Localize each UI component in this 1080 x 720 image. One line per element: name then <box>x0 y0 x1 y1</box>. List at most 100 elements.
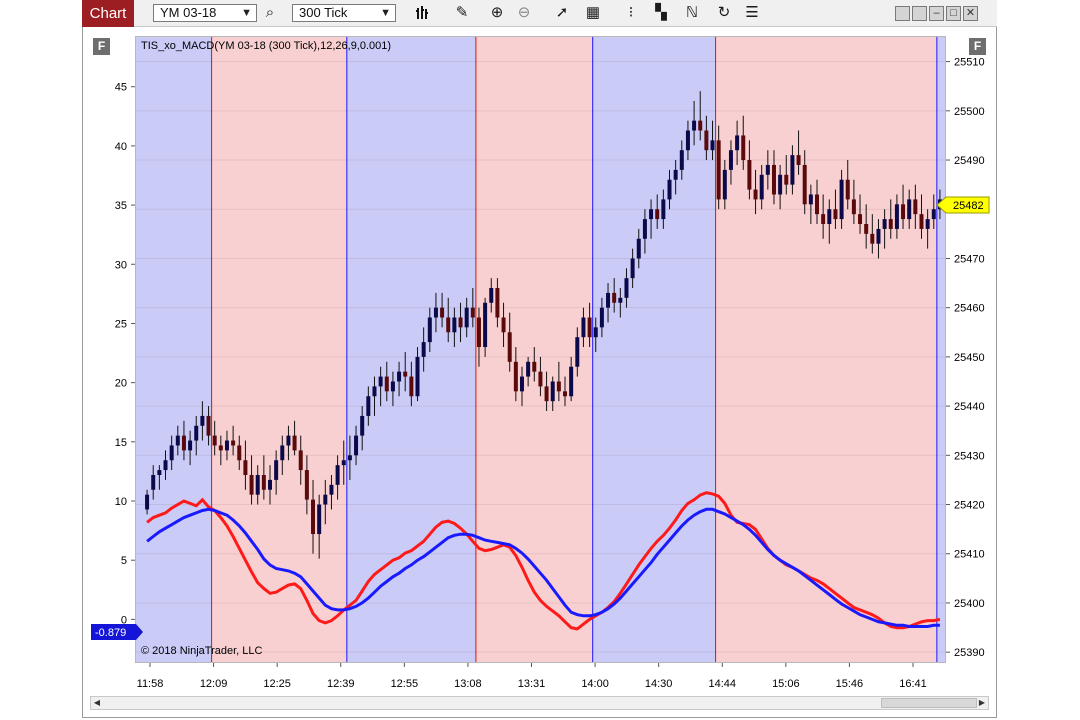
indicator-tick-label: 40 <box>115 141 127 153</box>
indicator-tick-label: 20 <box>115 378 127 390</box>
candle-body <box>267 479 272 490</box>
candle-body <box>323 494 328 505</box>
time-tick-label: 12:39 <box>327 678 355 690</box>
candle-body <box>741 135 746 161</box>
candle-body <box>581 317 586 338</box>
candle-body <box>563 391 568 397</box>
indicator-tick-label: 35 <box>115 200 127 212</box>
candle-body <box>378 376 383 387</box>
zone-backgrounds <box>136 37 945 662</box>
candle-body <box>556 381 561 392</box>
indicator-tick-label: 30 <box>115 259 127 271</box>
candle-body <box>347 455 352 461</box>
zone-band <box>346 37 476 662</box>
indicator-tick-label: 5 <box>121 555 127 567</box>
candle-body <box>513 361 518 392</box>
candle-body <box>624 278 629 298</box>
candle-body <box>845 179 850 200</box>
candle-body <box>489 287 494 303</box>
candle-body <box>606 292 611 308</box>
candle-body <box>839 179 844 220</box>
candle-body <box>728 150 733 170</box>
candle-body <box>483 302 488 348</box>
candle-body <box>261 474 266 490</box>
left-f-badge[interactable]: F <box>93 38 110 55</box>
zone-band <box>592 37 716 662</box>
price-tick-label: 25410 <box>954 549 985 561</box>
candle-body <box>864 224 869 234</box>
candle-body <box>403 371 408 377</box>
candle-body <box>913 199 918 215</box>
candle-body <box>931 209 936 220</box>
candle-body <box>685 130 690 151</box>
candle-body <box>458 317 463 328</box>
candle-body <box>575 337 580 367</box>
candle-body <box>224 440 229 451</box>
candle-body <box>206 415 211 436</box>
candle-body <box>495 287 500 318</box>
candle-body <box>876 228 881 244</box>
candle-body <box>649 209 654 220</box>
candle-body <box>464 307 469 328</box>
candle-body <box>569 366 574 397</box>
time-tick-label: 15:46 <box>836 678 864 690</box>
candle-body <box>550 381 555 402</box>
candle-body <box>390 381 395 392</box>
candle-body <box>274 460 279 480</box>
chart-canvas[interactable]: 0510152025303540452539025400254102542025… <box>0 0 1080 720</box>
candle-body <box>692 120 697 131</box>
time-tick-label: 12:55 <box>391 678 419 690</box>
zone-band <box>715 37 937 662</box>
candle-body <box>335 465 340 485</box>
left-value-text: -0.879 <box>95 627 126 639</box>
zone-band <box>136 37 212 662</box>
candle-body <box>667 179 672 200</box>
candle-body <box>175 435 180 446</box>
candle-body <box>925 219 930 229</box>
candle-body <box>815 194 820 215</box>
right-price-text: 25482 <box>953 200 984 212</box>
candle-body <box>704 130 709 151</box>
candle-body <box>759 174 764 200</box>
candle-body <box>655 209 660 220</box>
candle-body <box>833 209 838 220</box>
time-tick-label: 13:31 <box>518 678 546 690</box>
candle-body <box>231 440 236 446</box>
candle-body <box>249 474 254 495</box>
indicator-tick-label: 15 <box>115 437 127 449</box>
candle-body <box>427 317 432 343</box>
candle-body <box>255 474 260 495</box>
horizontal-scrollbar[interactable]: ◀ ▶ <box>90 696 989 710</box>
candle-body <box>882 219 887 229</box>
indicator-tick-label: 10 <box>115 496 127 508</box>
candle-body <box>243 460 248 475</box>
scroll-right-icon[interactable]: ▶ <box>976 697 988 709</box>
candle-body <box>366 396 371 416</box>
candle-body <box>317 504 322 535</box>
candle-body <box>188 440 193 451</box>
candle-body <box>526 361 531 377</box>
candle-body <box>286 435 291 446</box>
candle-body <box>341 460 346 466</box>
candle-body <box>618 297 623 303</box>
candle-body <box>280 445 285 461</box>
candle-body <box>292 435 297 451</box>
candle-body <box>446 317 451 333</box>
candle-body <box>765 164 770 175</box>
scroll-left-icon[interactable]: ◀ <box>91 697 103 709</box>
right-f-badge[interactable]: F <box>969 38 986 55</box>
candle-body <box>907 199 912 220</box>
candle-body <box>237 445 242 461</box>
price-tick-label: 25500 <box>954 106 985 118</box>
candle-body <box>397 371 402 382</box>
candle-body <box>538 371 543 387</box>
candle-body <box>661 199 666 220</box>
candle-body <box>409 376 414 397</box>
time-tick-label: 12:25 <box>263 678 291 690</box>
copyright-text: © 2018 NinjaTrader, LLC <box>141 645 262 657</box>
scroll-thumb[interactable] <box>881 698 977 708</box>
candle-body <box>858 214 863 225</box>
price-tick-label: 25510 <box>954 57 985 69</box>
candle-body <box>753 189 758 200</box>
candle-body <box>304 470 309 500</box>
